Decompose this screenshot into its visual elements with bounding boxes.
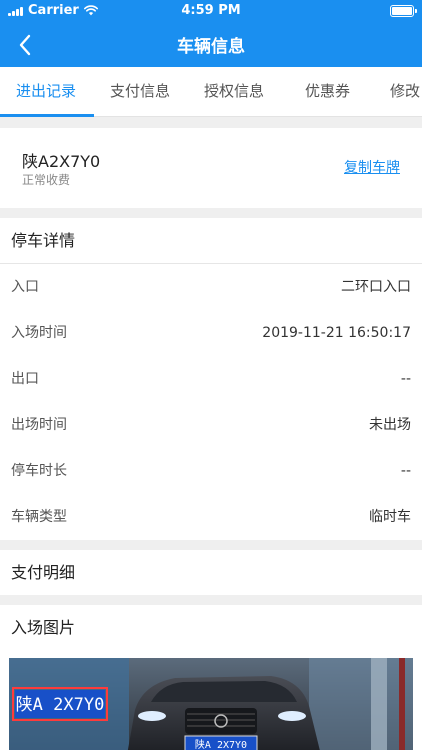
overlay-plate-text: 陕A 2X7Y0 <box>16 695 105 715</box>
tab-coupons[interactable]: 优惠券 <box>305 67 350 117</box>
tab-payment-info[interactable]: 支付信息 <box>110 67 170 117</box>
copy-plate-link[interactable]: 复制车牌 <box>344 157 400 177</box>
detail-row-value: 2019-11-21 16:50:17 <box>262 325 411 341</box>
plate-number: 陕A2X7Y0 <box>22 152 101 171</box>
tab-bar: 进出记录 支付信息 授权信息 优惠券 修改 <box>0 67 422 117</box>
detail-row-label: 出场时间 <box>11 417 67 433</box>
detail-row-entry-time: 入场时间 2019-11-21 16:50:17 <box>0 310 422 356</box>
detail-row-value: -- <box>400 463 411 479</box>
detail-row-entrance: 入口 二环口入口 <box>0 264 422 310</box>
car-photo-image: 陕A 2X7Y0 陕A 2X7Y0 <box>9 658 413 750</box>
entry-photo-title: 入场图片 <box>11 618 76 637</box>
detail-row-label: 入口 <box>11 279 39 295</box>
tab-modify[interactable]: 修改 <box>390 67 420 117</box>
battery-icon <box>390 5 417 17</box>
vehicle-plate-card: 陕A2X7Y0 正常收费 复制车牌 <box>0 128 422 208</box>
detail-row-exit-time: 出场时间 未出场 <box>0 402 422 448</box>
payment-detail-title: 支付明细 <box>11 563 76 582</box>
entry-photo-section: 入场图片 陕A 2X7Y0 陕A 2X7Y0 <box>0 605 422 750</box>
detail-row-label: 入场时间 <box>11 325 67 341</box>
header: Carrier 4:59 PM 车辆信息 <box>0 0 422 67</box>
detail-row-value: -- <box>400 371 411 387</box>
page-title: 车辆信息 <box>177 37 245 57</box>
detail-row-label: 停车时长 <box>11 463 67 479</box>
parking-detail-section: 停车详情 入口 二环口入口 入场时间 2019-11-21 16:50:17 出… <box>0 218 422 540</box>
status-bar: Carrier 4:59 PM <box>0 0 422 22</box>
tab-active-indicator <box>0 114 94 117</box>
tab-entry-exit-records[interactable]: 进出记录 <box>16 67 76 117</box>
nav-bar: 车辆信息 <box>0 22 422 67</box>
detail-row-value: 未出场 <box>369 417 411 433</box>
payment-detail-section: 支付明细 <box>0 550 422 595</box>
entry-photo[interactable]: 陕A 2X7Y0 陕A 2X7Y0 <box>9 658 413 750</box>
detail-row-value: 二环口入口 <box>341 279 411 295</box>
status-time: 4:59 PM <box>181 3 241 18</box>
detail-row-duration: 停车时长 -- <box>0 448 422 494</box>
detail-row-vehicle-type: 车辆类型 临时车 <box>0 494 422 540</box>
detail-row-label: 出口 <box>11 371 39 387</box>
detail-row-label: 车辆类型 <box>11 509 67 525</box>
tab-authorization-info[interactable]: 授权信息 <box>204 67 264 117</box>
app-screen: Carrier 4:59 PM 车辆信息 进出记录 支付信息 授权信息 优惠券 <box>0 0 422 750</box>
car-plate-text: 陕A 2X7Y0 <box>195 738 247 750</box>
detail-row-value: 临时车 <box>369 509 411 525</box>
parking-detail-title: 停车详情 <box>0 218 422 264</box>
charge-type-label: 正常收费 <box>22 173 71 187</box>
detail-row-exit: 出口 -- <box>0 356 422 402</box>
